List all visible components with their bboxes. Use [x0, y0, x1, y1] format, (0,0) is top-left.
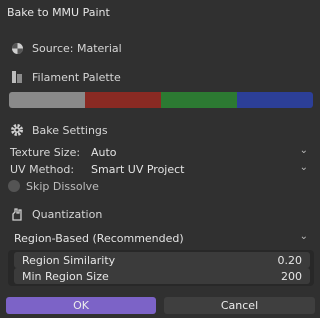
- filament-palette: [9, 92, 313, 108]
- min-region-size-label: Min Region Size: [22, 269, 109, 283]
- texture-size-row: Texture Size: Auto ⌄: [0, 143, 320, 161]
- palette-swatch-2[interactable]: [85, 92, 161, 108]
- skip-dissolve-checkbox[interactable]: Skip Dissolve: [8, 178, 99, 194]
- min-region-size-field[interactable]: Min Region Size 200: [14, 268, 310, 284]
- bake-settings-label: Bake Settings: [32, 123, 108, 137]
- palette-swatch-4[interactable]: [237, 92, 313, 108]
- source-label: Source: Material: [32, 41, 122, 55]
- uv-method-label: UV Method:: [10, 162, 75, 176]
- region-similarity-value: 0.20: [277, 253, 303, 267]
- quantize-icon: [10, 207, 24, 221]
- region-similarity-field[interactable]: Region Similarity 0.20: [14, 252, 310, 268]
- palette-label: Filament Palette: [32, 70, 121, 84]
- palette-header: Filament Palette: [0, 67, 320, 87]
- texture-size-dropdown[interactable]: Auto ⌄: [86, 143, 314, 161]
- quantization-label: Quantization: [32, 207, 103, 221]
- checkbox-icon[interactable]: [8, 180, 20, 192]
- quantization-params-panel: Region Similarity 0.20 Min Region Size 2…: [8, 250, 314, 286]
- uv-method-value: Smart UV Project: [91, 162, 185, 176]
- quantization-mode-dropdown[interactable]: Region-Based (Recommended) ⌄: [8, 229, 314, 247]
- texture-size-label: Texture Size:: [10, 145, 81, 159]
- uv-method-dropdown[interactable]: Smart UV Project ⌄: [86, 160, 314, 178]
- skip-dissolve-label: Skip Dissolve: [26, 179, 99, 193]
- chevron-down-icon: ⌄: [299, 145, 308, 156]
- quantization-mode-value: Region-Based (Recommended): [14, 231, 184, 245]
- quantization-header: Quantization: [0, 204, 320, 224]
- palette-swatch-1[interactable]: [9, 92, 85, 108]
- source-row: Source: Material: [0, 38, 320, 58]
- palette-icon: [10, 70, 24, 84]
- min-region-size-value: 200: [281, 269, 302, 283]
- bake-settings-header: Bake Settings: [0, 120, 320, 140]
- texture-size-value: Auto: [91, 145, 117, 159]
- material-sphere-icon: [10, 41, 24, 55]
- region-similarity-label: Region Similarity: [22, 253, 116, 267]
- uv-method-row: UV Method: Smart UV Project ⌄: [0, 160, 320, 178]
- ok-button[interactable]: OK: [6, 297, 156, 314]
- chevron-down-icon: ⌄: [299, 231, 308, 242]
- bake-dialog: Bake to MMU Paint Source: Material Filam…: [0, 0, 320, 318]
- cancel-button[interactable]: Cancel: [164, 297, 315, 314]
- dialog-title: Bake to MMU Paint: [7, 6, 110, 19]
- chevron-down-icon: ⌄: [299, 162, 308, 173]
- palette-swatch-3[interactable]: [161, 92, 237, 108]
- gear-icon: [10, 123, 24, 137]
